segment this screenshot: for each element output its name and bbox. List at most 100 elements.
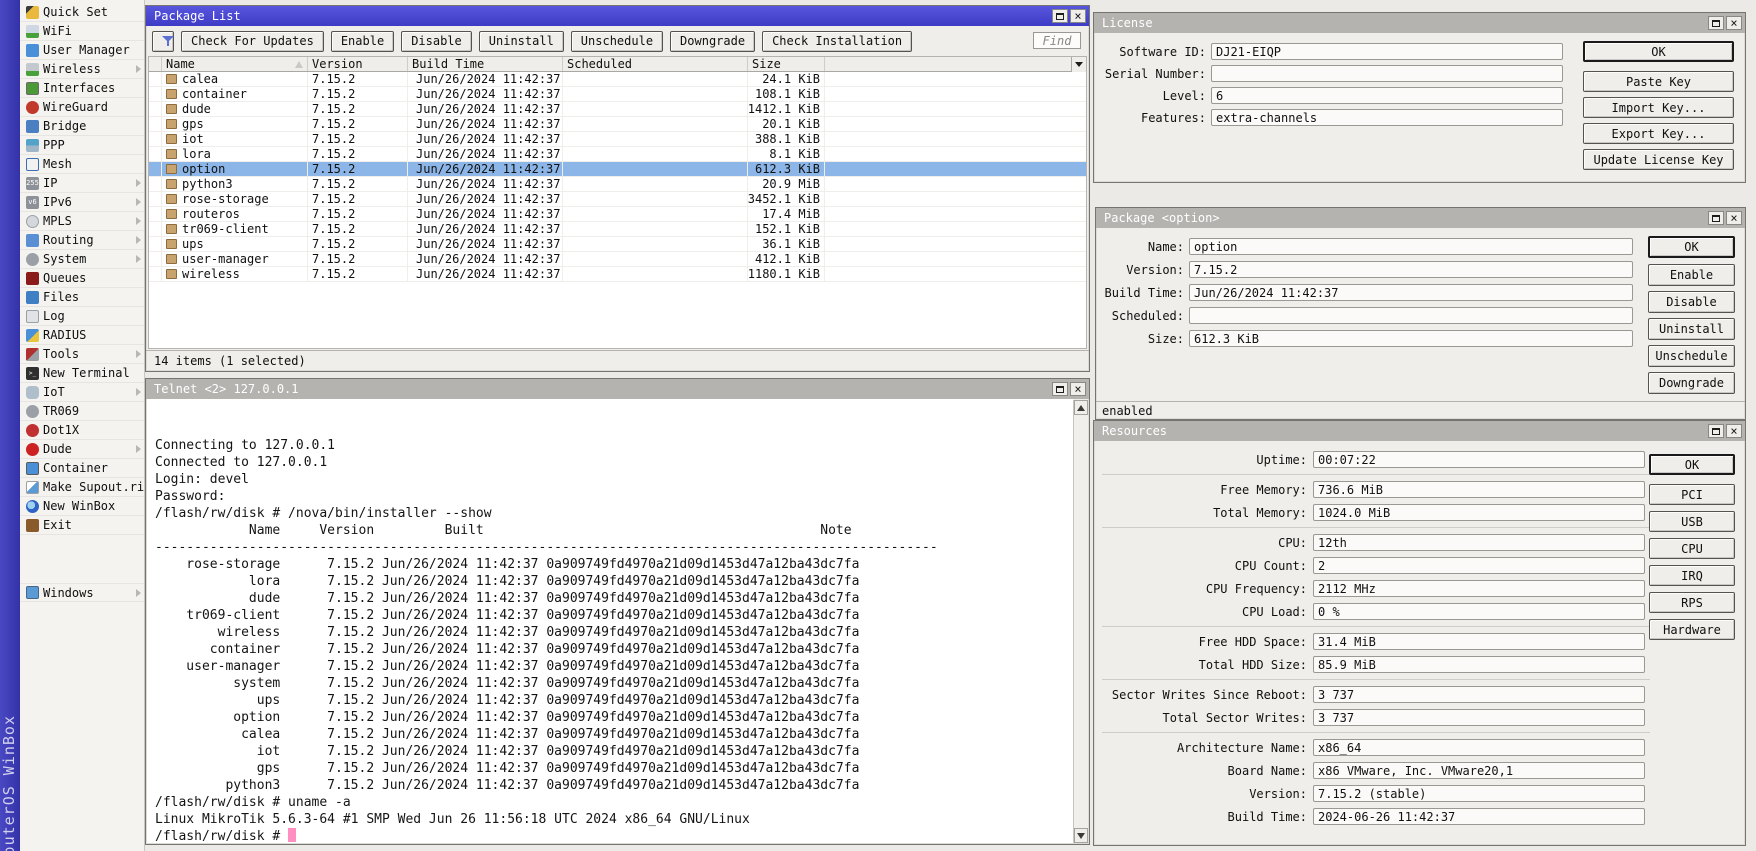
button-enable[interactable]: Enable — [331, 31, 394, 52]
button-export-key[interactable]: Export Key... — [1583, 123, 1734, 144]
button-ok[interactable]: OK — [1583, 41, 1734, 62]
sidebar-item-routing[interactable]: Routing — [20, 231, 144, 250]
button-enable[interactable]: Enable — [1648, 264, 1735, 286]
close-button[interactable]: × — [1070, 382, 1086, 396]
close-button[interactable]: × — [1726, 16, 1742, 30]
field-value[interactable] — [1189, 307, 1633, 324]
field-value[interactable]: 0 % — [1313, 603, 1645, 620]
sidebar-item-quick-set[interactable]: Quick Set — [20, 3, 144, 22]
package-row-wireless[interactable]: wireless 7.15.2 Jun/26/2024 11:42:37 118… — [149, 267, 1086, 282]
package-row-user-manager[interactable]: user-manager 7.15.2 Jun/26/2024 11:42:37… — [149, 252, 1086, 267]
button-downgrade[interactable]: Downgrade — [670, 31, 755, 52]
button-irq[interactable]: IRQ — [1649, 565, 1735, 586]
package-row-python3[interactable]: python3 7.15.2 Jun/26/2024 11:42:37 20.9… — [149, 177, 1086, 192]
sidebar-item-new-winbox[interactable]: New WinBox — [20, 497, 144, 516]
column-chooser-button[interactable] — [1071, 57, 1086, 72]
button-check-for-updates[interactable]: Check For Updates — [181, 31, 324, 52]
field-value[interactable]: extra-channels — [1211, 109, 1563, 126]
sidebar-item-container[interactable]: Container — [20, 459, 144, 478]
filter-button[interactable] — [152, 31, 174, 52]
button-unschedule[interactable]: Unschedule — [1648, 345, 1735, 367]
field-value[interactable]: 736.6 MiB — [1313, 481, 1645, 498]
license-titlebar[interactable]: License × — [1094, 13, 1745, 33]
sidebar-item-system[interactable]: System — [20, 250, 144, 269]
sidebar-item-exit[interactable]: Exit — [20, 516, 144, 535]
column-header-build-time[interactable]: Build Time — [408, 57, 563, 71]
column-header-size[interactable]: Size — [748, 57, 825, 71]
button-hardware[interactable]: Hardware — [1649, 619, 1735, 640]
package-row-calea[interactable]: calea 7.15.2 Jun/26/2024 11:42:37 24.1 K… — [149, 72, 1086, 87]
find-button[interactable]: Find — [1033, 32, 1081, 49]
package-row-routeros[interactable]: routeros 7.15.2 Jun/26/2024 11:42:37 17.… — [149, 207, 1086, 222]
column-header-scheduled[interactable]: Scheduled — [563, 57, 748, 71]
maximize-button[interactable] — [1052, 9, 1068, 23]
field-value[interactable]: DJ21-EIQP — [1211, 43, 1563, 60]
resources-titlebar[interactable]: Resources × — [1094, 421, 1745, 441]
sidebar-item-log[interactable]: Log — [20, 307, 144, 326]
field-value[interactable]: 7.15.2 — [1189, 261, 1633, 278]
close-button[interactable]: × — [1726, 211, 1742, 225]
sidebar-item-interfaces[interactable]: Interfaces — [20, 79, 144, 98]
package-row-gps[interactable]: gps 7.15.2 Jun/26/2024 11:42:37 20.1 KiB — [149, 117, 1086, 132]
field-value[interactable]: option — [1189, 238, 1633, 255]
package-row-rose-storage[interactable]: rose-storage 7.15.2 Jun/26/2024 11:42:37… — [149, 192, 1086, 207]
field-value[interactable]: x86 VMware, Inc. VMware20,1 — [1313, 762, 1645, 779]
sidebar-item-queues[interactable]: Queues — [20, 269, 144, 288]
sidebar-item-dot1x[interactable]: Dot1X — [20, 421, 144, 440]
field-value[interactable]: 2 — [1313, 557, 1645, 574]
button-paste-key[interactable]: Paste Key — [1583, 71, 1734, 92]
button-unschedule[interactable]: Unschedule — [571, 31, 663, 52]
field-value[interactable]: 612.3 KiB — [1189, 330, 1633, 347]
field-value[interactable]: 6 — [1211, 87, 1563, 104]
package-row-dude[interactable]: dude 7.15.2 Jun/26/2024 11:42:37 1412.1 … — [149, 102, 1086, 117]
package-row-iot[interactable]: iot 7.15.2 Jun/26/2024 11:42:37 388.1 Ki… — [149, 132, 1086, 147]
field-value[interactable]: 00:07:22 — [1313, 451, 1645, 468]
sidebar-item-wireguard[interactable]: WireGuard — [20, 98, 144, 117]
sidebar-item-ipv6[interactable]: IPv6 — [20, 193, 144, 212]
package-option-titlebar[interactable]: Package <option> × — [1096, 208, 1745, 228]
sidebar-item-tr069[interactable]: TR069 — [20, 402, 144, 421]
sidebar-item-dude[interactable]: Dude — [20, 440, 144, 459]
field-value[interactable]: 1024.0 MiB — [1313, 504, 1645, 521]
maximize-button[interactable] — [1052, 382, 1068, 396]
terminal-scrollbar[interactable] — [1073, 400, 1088, 843]
button-check-installation[interactable]: Check Installation — [762, 31, 912, 52]
sidebar-item-windows[interactable]: Windows — [20, 583, 144, 602]
sidebar-item-new-terminal[interactable]: New Terminal — [20, 364, 144, 383]
scroll-up-button[interactable] — [1074, 400, 1088, 415]
sidebar-item-files[interactable]: Files — [20, 288, 144, 307]
package-row-tr069-client[interactable]: tr069-client 7.15.2 Jun/26/2024 11:42:37… — [149, 222, 1086, 237]
close-button[interactable]: × — [1070, 9, 1086, 23]
maximize-button[interactable] — [1708, 16, 1724, 30]
button-uninstall[interactable]: Uninstall — [479, 31, 564, 52]
column-header-version[interactable]: Version — [308, 57, 408, 71]
button-disable[interactable]: Disable — [401, 31, 472, 52]
sidebar-item-mpls[interactable]: MPLS — [20, 212, 144, 231]
button-pci[interactable]: PCI — [1649, 484, 1735, 505]
button-import-key[interactable]: Import Key... — [1583, 97, 1734, 118]
package-row-container[interactable]: container 7.15.2 Jun/26/2024 11:42:37 10… — [149, 87, 1086, 102]
maximize-button[interactable] — [1708, 211, 1724, 225]
sidebar-item-make-supout-rif[interactable]: Make Supout.rif — [20, 478, 144, 497]
button-uninstall[interactable]: Uninstall — [1648, 318, 1735, 340]
field-value[interactable]: 2024-06-26 11:42:37 — [1313, 808, 1645, 825]
sidebar-item-ppp[interactable]: PPP — [20, 136, 144, 155]
button-rps[interactable]: RPS — [1649, 592, 1735, 613]
button-update-license-key[interactable]: Update License Key — [1583, 149, 1734, 170]
sidebar-item-bridge[interactable]: Bridge — [20, 117, 144, 136]
field-value[interactable]: 7.15.2 (stable) — [1313, 785, 1645, 802]
field-value[interactable]: 3 737 — [1313, 686, 1645, 703]
sidebar-item-ip[interactable]: IP — [20, 174, 144, 193]
column-header-name[interactable]: Name — [162, 57, 308, 71]
field-value[interactable]: 85.9 MiB — [1313, 656, 1645, 673]
sidebar-item-tools[interactable]: Tools — [20, 345, 144, 364]
sidebar-item-mesh[interactable]: Mesh — [20, 155, 144, 174]
button-ok[interactable]: OK — [1648, 236, 1735, 258]
sidebar-item-iot[interactable]: IoT — [20, 383, 144, 402]
sidebar-item-radius[interactable]: RADIUS — [20, 326, 144, 345]
field-value[interactable] — [1211, 65, 1563, 82]
field-value[interactable]: 3 737 — [1313, 709, 1645, 726]
field-value[interactable]: 31.4 MiB — [1313, 633, 1645, 650]
package-row-option[interactable]: option 7.15.2 Jun/26/2024 11:42:37 612.3… — [149, 162, 1086, 177]
button-disable[interactable]: Disable — [1648, 291, 1735, 313]
